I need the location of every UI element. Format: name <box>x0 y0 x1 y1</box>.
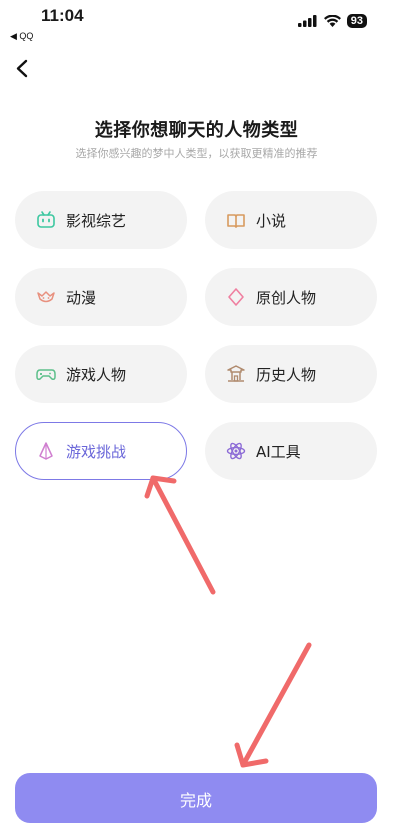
status-bar: 11:04 ◀ QQ 93 <box>0 0 393 44</box>
signal-icon <box>297 15 317 27</box>
anime-icon <box>36 287 56 307</box>
done-button[interactable]: 完成 <box>15 773 377 823</box>
category-label: 小说 <box>256 211 287 230</box>
category-option-selected[interactable]: 游戏挑战 <box>15 422 187 480</box>
wifi-icon <box>323 15 341 27</box>
atom-icon <box>226 441 246 461</box>
battery-indicator: 93 <box>346 14 367 28</box>
category-option[interactable]: 小说 <box>205 191 377 249</box>
category-label: 影视综艺 <box>66 211 127 230</box>
category-option[interactable]: 影视综艺 <box>15 191 187 249</box>
category-option[interactable]: 历史人物 <box>205 345 377 403</box>
temple-icon <box>226 364 246 384</box>
chevron-left-icon <box>16 59 28 78</box>
category-label: 原创人物 <box>256 288 317 307</box>
category-label: 动漫 <box>66 288 97 307</box>
status-time: 11:04 <box>41 6 84 25</box>
back-button[interactable] <box>9 54 37 82</box>
category-label: 历史人物 <box>256 365 317 384</box>
category-option[interactable]: 原创人物 <box>205 268 377 326</box>
arrow-down-annotation <box>234 642 312 768</box>
status-icons: 93 <box>297 14 367 28</box>
category-option[interactable]: AI工具 <box>205 422 377 480</box>
diamond-icon <box>226 287 246 307</box>
category-label: AI工具 <box>256 442 301 461</box>
page-title: 选择你想聊天的人物类型 <box>94 120 299 141</box>
category-label: 游戏挑战 <box>66 442 127 461</box>
book-icon <box>226 210 246 230</box>
tv-icon <box>36 210 56 230</box>
gamepad-icon <box>36 364 56 384</box>
page-subtitle: 选择你感兴趣的梦中人类型，以获取更精准的推荐 <box>75 147 318 160</box>
category-option[interactable]: 游戏人物 <box>15 345 187 403</box>
crystal-icon <box>36 441 56 461</box>
category-label: 游戏人物 <box>66 365 127 384</box>
category-option[interactable]: 动漫 <box>15 268 187 326</box>
back-to-app-link[interactable]: ◀ QQ <box>10 31 33 42</box>
arrow-up-annotation <box>144 475 216 595</box>
